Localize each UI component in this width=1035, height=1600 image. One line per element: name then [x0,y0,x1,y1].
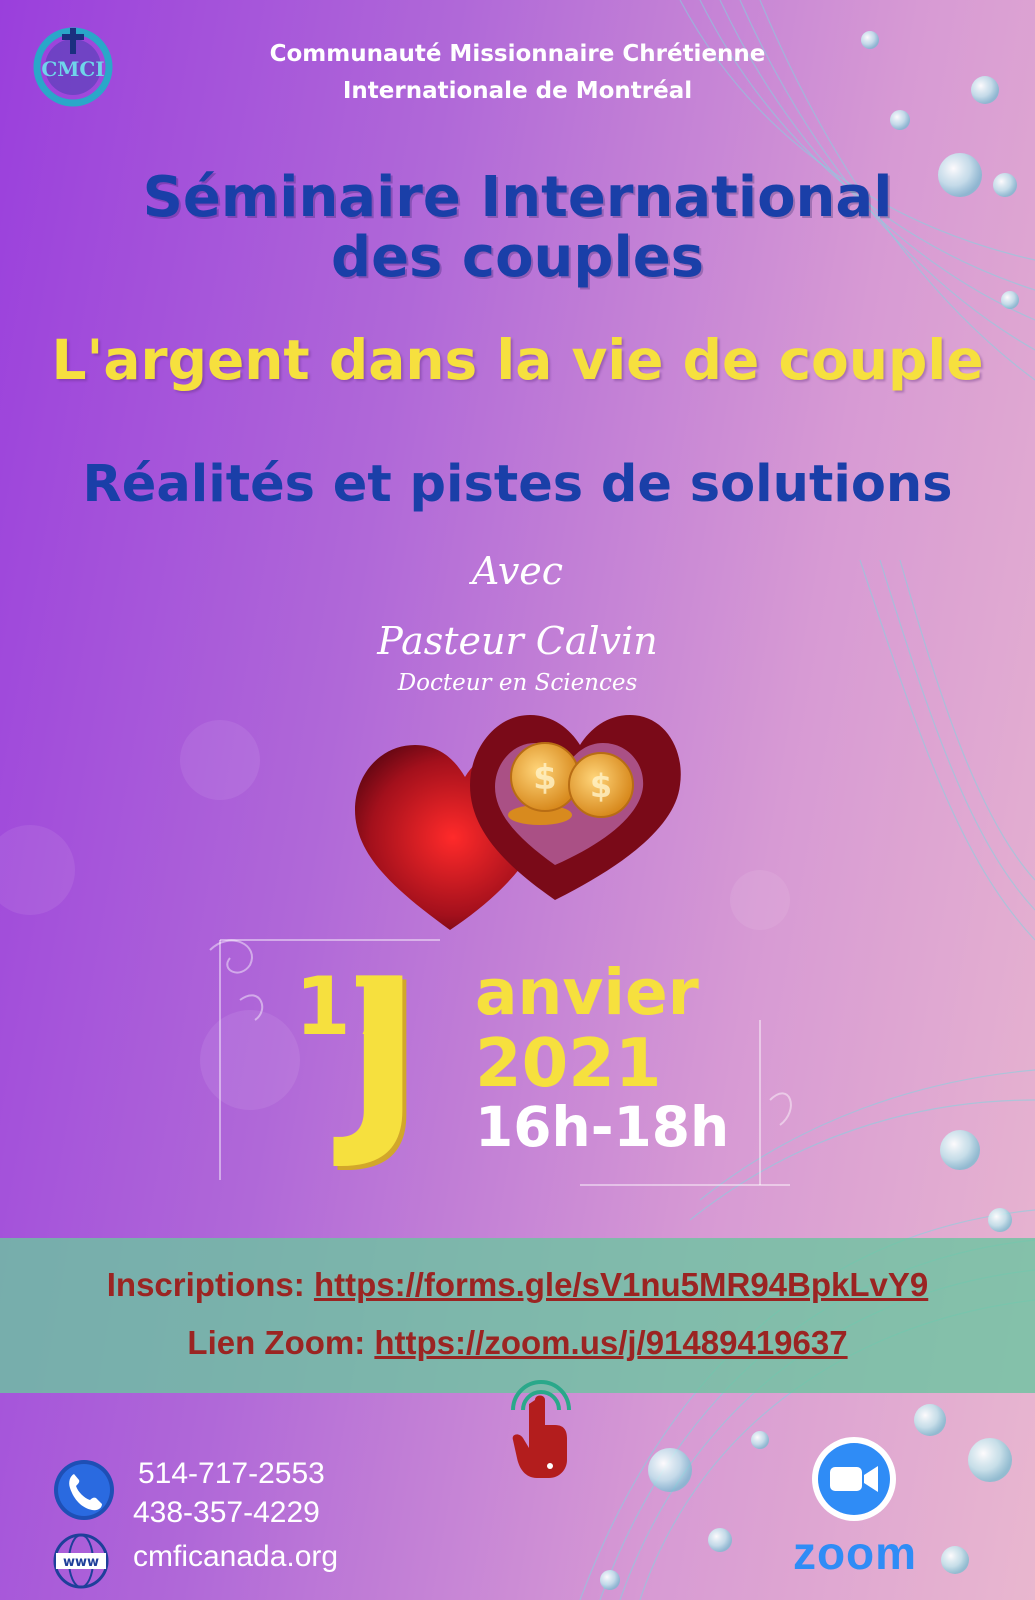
phone-icon [54,1460,114,1520]
seminar-title: Séminaire International des couples [0,168,1035,288]
zoom-link[interactable]: https://zoom.us/j/91489419637 [374,1324,847,1361]
speaker-intro: Avec [471,549,564,593]
event-month-initial: J [345,936,422,1174]
seminar-title-line1: Séminaire International [142,165,893,230]
organization-name: Communauté Missionnaire Chrétienne Inter… [0,36,1035,110]
globe-www-icon: www [53,1533,109,1589]
registration-label: Inscriptions: [106,1266,314,1303]
speaker-credential: Docteur en Sciences [397,670,638,696]
zoom-line: Lien Zoom: https://zoom.us/j/91489419637 [0,1322,1035,1364]
event-year: 2021 [475,1024,662,1102]
hearts-with-coins-icon: $ $ [355,715,681,930]
speaker-name: Pasteur Calvin [377,619,658,663]
phone-number-1: 514-717-2553 [138,1457,325,1490]
organization-line1: Communauté Missionnaire Chrétienne [269,41,766,67]
svg-text:$: $ [533,758,557,798]
event-time: 16h-18h [475,1095,730,1159]
svg-text:www: www [63,1555,99,1570]
zoom-wordmark: zoom [792,1527,918,1579]
event-month: anvier [475,956,699,1029]
seminar-title-line2: des couples [330,225,705,290]
registration-link[interactable]: https://forms.gle/sV1nu5MR94BpkLvY9 [314,1266,928,1303]
tap-hand-icon [511,1380,571,1478]
zoom-camera-icon [812,1437,896,1521]
registration-line: Inscriptions: https://forms.gle/sV1nu5MR… [0,1264,1035,1306]
phone-number-2: 438-357-4229 [133,1496,320,1529]
svg-text:$: $ [590,767,612,805]
seminar-subtheme: Réalités et pistes de solutions [82,455,953,514]
seminar-theme: L'argent dans la vie de couple [51,328,984,392]
zoom-label: Lien Zoom: [187,1324,375,1361]
event-poster: CMCI Communauté Missionnaire Chrétienne … [0,0,1035,1600]
organization-line2: Internationale de Montréal [342,78,693,104]
website: cmficanada.org [133,1540,339,1573]
